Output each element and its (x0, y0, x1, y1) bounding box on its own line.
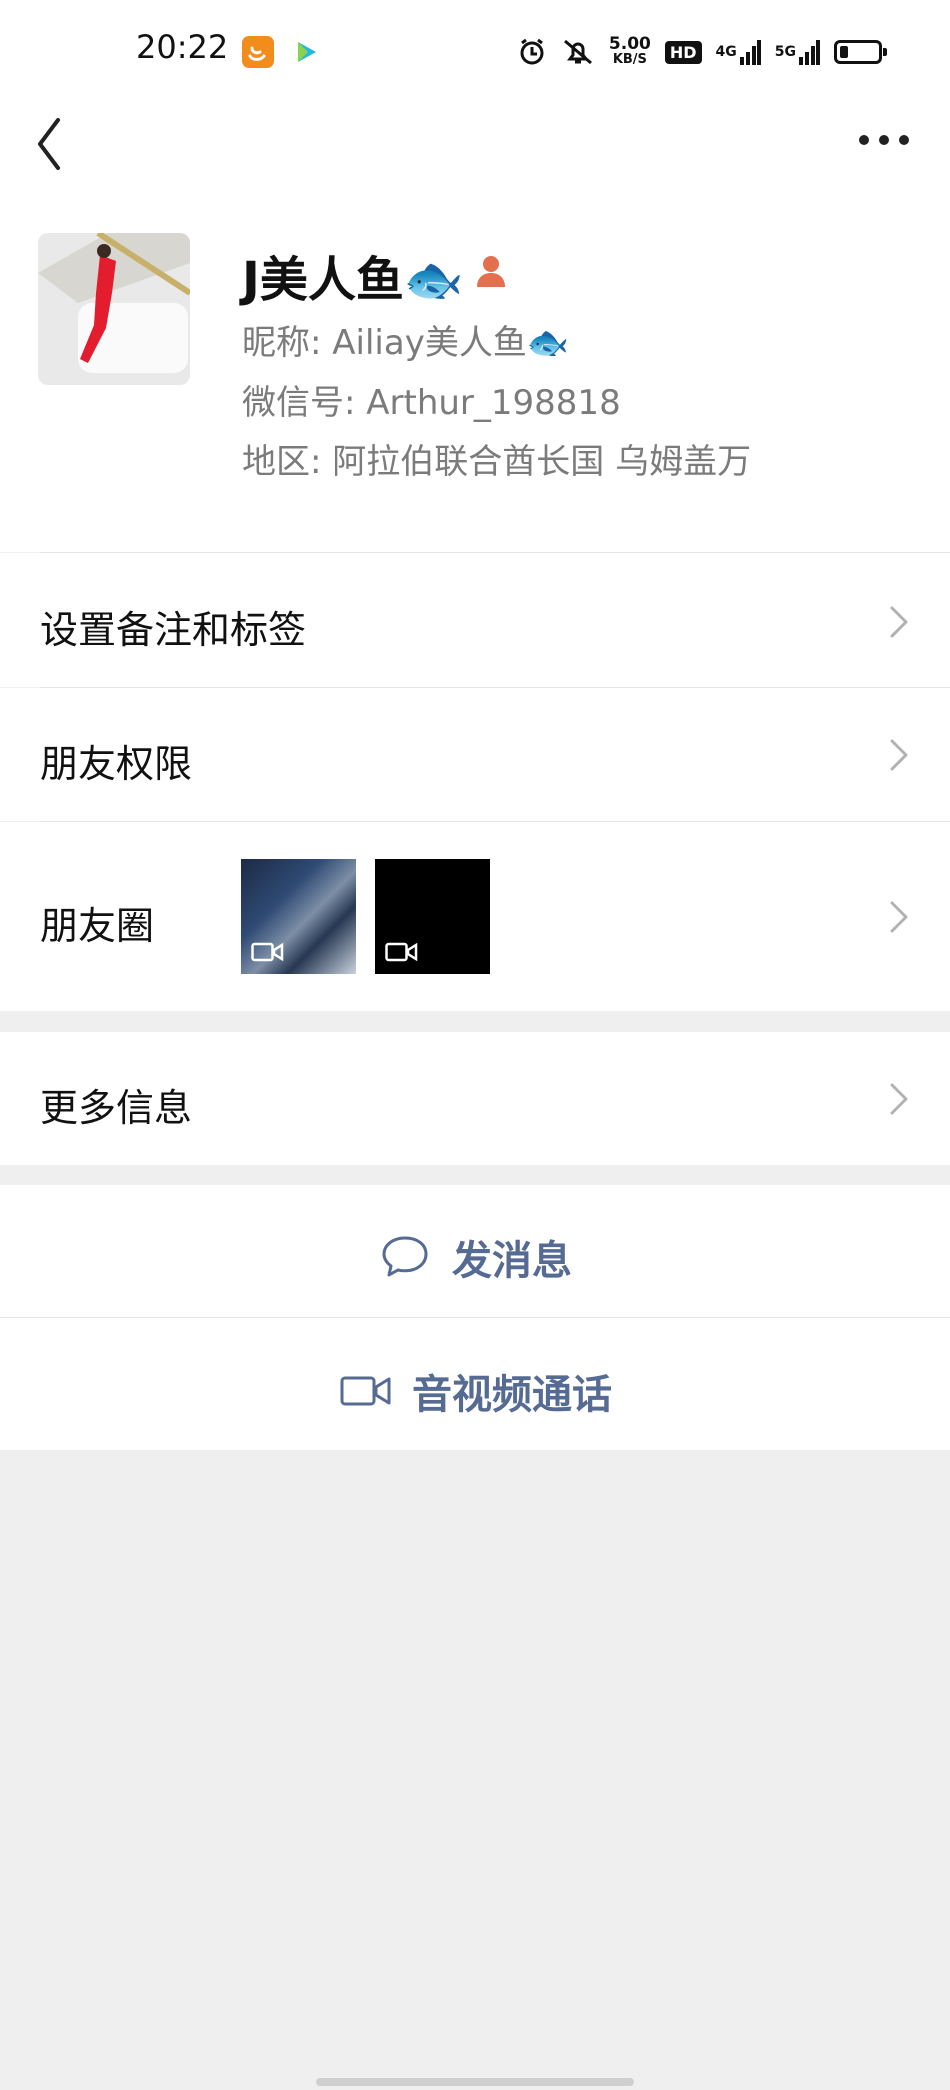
avatar-image (38, 233, 190, 385)
top-nav (0, 105, 950, 205)
hd-badge: HD (664, 40, 702, 64)
moments-label: 朋友圈 (40, 904, 155, 948)
signal-5g-icon: 5G (775, 39, 820, 65)
chevron-right-icon (890, 606, 908, 638)
moments-thumbnail[interactable] (241, 859, 356, 974)
status-time: 20:22 (136, 28, 229, 66)
chevron-right-icon (890, 739, 908, 771)
avatar[interactable] (38, 233, 190, 385)
display-name-text: J美人鱼🐟 (242, 252, 464, 308)
status-icons: 5.00 KB/S HD 4G 5G (517, 30, 887, 74)
chevron-left-icon (38, 118, 60, 170)
network-speed-value: 5.00 (608, 34, 651, 54)
network-speed-unit: KB/S (612, 52, 647, 67)
video-camera-icon (340, 1376, 391, 1406)
region-text: 地区: 阿拉伯联合酋长国 乌姆盖万 (242, 442, 752, 482)
video-icon (385, 942, 418, 962)
moments-thumbnail[interactable] (375, 859, 490, 974)
home-indicator[interactable] (316, 2078, 634, 2086)
display-name: J美人鱼🐟 (242, 240, 508, 310)
uc-browser-icon (242, 36, 274, 68)
chevron-right-icon (890, 901, 908, 933)
alarm-icon (517, 37, 547, 67)
network-4g-label: 4G (715, 44, 737, 60)
wechat-id-text: 微信号: Arthur_198818 (242, 383, 621, 423)
video-call-label: 音视频通话 (412, 1372, 612, 1418)
send-message-label: 发消息 (452, 1238, 572, 1284)
friend-permissions-label: 朋友权限 (40, 742, 193, 786)
more-button[interactable] (852, 120, 918, 160)
chevron-right-icon (890, 1083, 908, 1115)
remark-tags-label: 设置备注和标签 (40, 608, 307, 652)
mute-bell-icon (561, 37, 595, 67)
back-button[interactable] (28, 114, 78, 174)
signal-4g-icon: 4G (716, 39, 761, 65)
send-message-content: 发消息 (380, 1228, 572, 1286)
video-call-content: 音视频通话 (340, 1362, 612, 1420)
video-icon (251, 942, 284, 962)
network-speed: 5.00 KB/S (609, 36, 651, 68)
person-icon (474, 247, 508, 303)
nickname-text: 昵称: Ailiay美人鱼🐟 (242, 323, 570, 363)
network-5g-label: 5G (774, 44, 796, 60)
more-info-label: 更多信息 (40, 1086, 193, 1130)
battery-icon (834, 40, 887, 64)
chat-bubble-icon (382, 1236, 428, 1277)
more-dots-icon (859, 135, 909, 145)
video-app-icon (290, 36, 322, 68)
